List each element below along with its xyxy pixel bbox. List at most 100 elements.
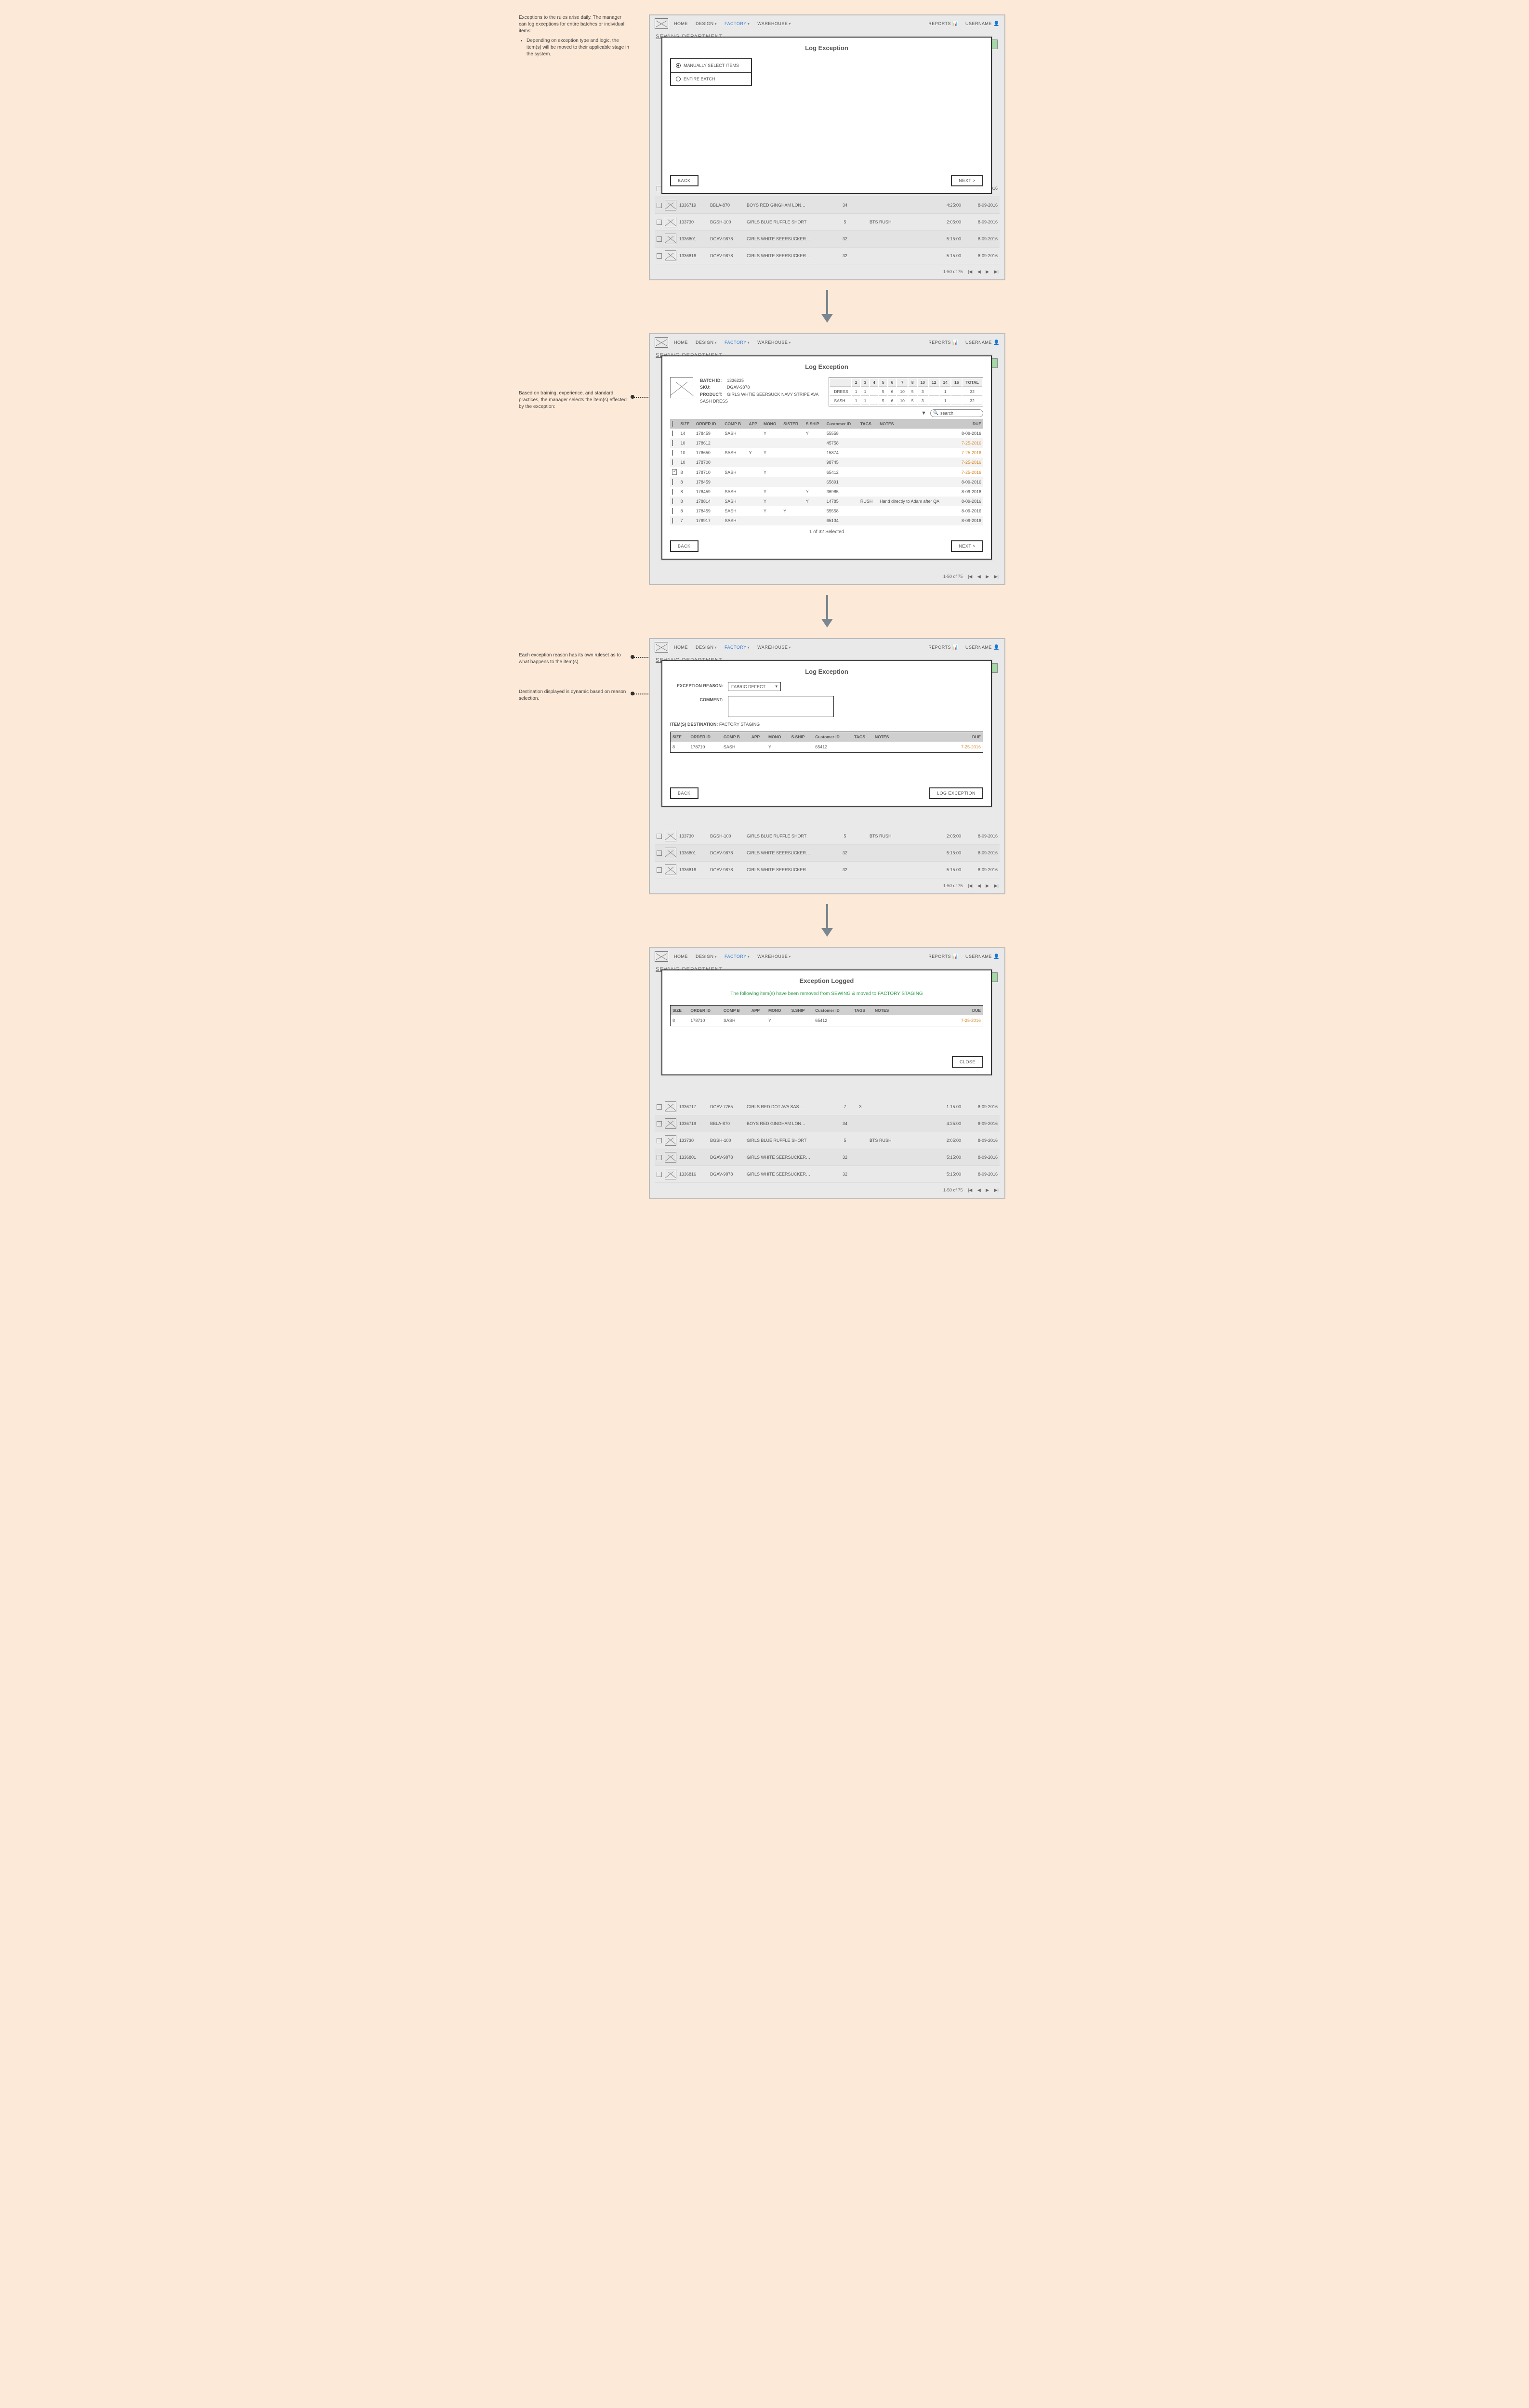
filter-icon[interactable]: ▼ — [921, 410, 926, 416]
nav-reports[interactable]: REPORTS — [928, 954, 959, 959]
nav-design[interactable]: DESIGN▾ — [696, 21, 717, 26]
row-checkbox[interactable] — [657, 1138, 662, 1143]
item-checkbox[interactable] — [672, 498, 673, 504]
row-checkbox[interactable] — [657, 834, 662, 839]
pager-prev[interactable]: ◀ — [977, 574, 981, 579]
item-checkbox[interactable] — [672, 508, 673, 514]
nav-user[interactable]: username — [965, 954, 1000, 959]
nav-home[interactable]: HOME — [674, 340, 688, 345]
table-row[interactable]: 1336816DGAV-9878GIRLS WHITE SEERSUCKER…3… — [655, 862, 1000, 878]
nav-warehouse[interactable]: WAREHOUSE▾ — [757, 21, 791, 26]
table-row[interactable]: 1336816DGAV-9878GIRLS WHITE SEERSUCKER…3… — [655, 248, 1000, 264]
pager-prev[interactable]: ◀ — [977, 1188, 981, 1192]
row-checkbox[interactable] — [657, 1121, 662, 1126]
nav-user[interactable]: username — [965, 340, 1000, 345]
col-sister[interactable]: SISTER — [781, 419, 804, 429]
table-row[interactable]: 1336719BBLA-870BOYS RED GINGHAM LON…344:… — [655, 1115, 1000, 1132]
table-row[interactable]: 10178650SASHYY158747-25-2016 — [670, 448, 983, 458]
nav-warehouse[interactable]: WAREHOUSE▾ — [757, 645, 791, 650]
item-checkbox[interactable] — [672, 479, 673, 485]
item-checkbox[interactable] — [672, 489, 673, 495]
col-sship[interactable]: S.SHIP — [804, 419, 825, 429]
back-button[interactable]: BACK — [670, 540, 699, 552]
pager-last[interactable]: ▶| — [994, 883, 999, 888]
search-input[interactable]: search — [930, 409, 983, 417]
row-checkbox[interactable] — [657, 1172, 662, 1177]
item-checkbox[interactable] — [672, 459, 673, 465]
pager-last[interactable]: ▶| — [994, 269, 999, 274]
pager-next[interactable]: ▶ — [986, 883, 989, 888]
exception-reason-select[interactable]: FABRIC DEFECT ▾ — [728, 682, 781, 691]
opt-manual[interactable]: MANUALLY SELECT ITEMS — [671, 59, 751, 72]
col-size[interactable]: SIZE — [679, 419, 694, 429]
table-row[interactable]: 1336801DGAV-9878GIRLS WHITE SEERSUCKER…3… — [655, 1149, 1000, 1166]
nav-warehouse[interactable]: WAREHOUSE▾ — [757, 340, 791, 345]
table-row[interactable]: 1336719BBLA-870BOYS RED GINGHAM LON…344:… — [655, 197, 1000, 214]
row-checkbox[interactable] — [657, 220, 662, 225]
table-row[interactable]: 14178459SASHYY555588-09-2016 — [670, 429, 983, 438]
nav-design[interactable]: DESIGN▾ — [696, 340, 717, 345]
pager-first[interactable]: |◀ — [968, 269, 972, 274]
col-notes[interactable]: NOTES — [878, 419, 955, 429]
pager-next[interactable]: ▶ — [986, 1188, 989, 1192]
table-row[interactable]: 1336816DGAV-9878GIRLS WHITE SEERSUCKER…3… — [655, 1166, 1000, 1183]
col-select-all[interactable] — [670, 419, 679, 429]
log-exception-button[interactable]: LOG EXCEPTION — [929, 787, 983, 799]
nav-factory[interactable]: FACTORY▾ — [725, 21, 750, 26]
item-checkbox[interactable] — [672, 469, 677, 475]
row-checkbox[interactable] — [657, 203, 662, 208]
back-button[interactable]: BACK — [670, 787, 699, 799]
row-checkbox[interactable] — [657, 1104, 662, 1110]
item-checkbox[interactable] — [672, 440, 673, 446]
pager-first[interactable]: |◀ — [968, 574, 972, 579]
nav-home[interactable]: HOME — [674, 645, 688, 650]
nav-warehouse[interactable]: WAREHOUSE▾ — [757, 954, 791, 959]
back-button[interactable]: BACK — [670, 175, 699, 186]
table-row[interactable]: 8178459SASHYY369858-09-2016 — [670, 487, 983, 497]
col-order[interactable]: ORDER ID — [694, 419, 723, 429]
nav-user[interactable]: username — [965, 21, 1000, 26]
pager-next[interactable]: ▶ — [986, 574, 989, 579]
item-checkbox[interactable] — [672, 431, 673, 436]
col-app[interactable]: APP — [747, 419, 762, 429]
row-checkbox[interactable] — [657, 851, 662, 856]
row-checkbox[interactable] — [657, 1155, 662, 1160]
table-row[interactable]: 10178700987457-25-2016 — [670, 458, 983, 467]
nav-factory[interactable]: FACTORY▾ — [725, 645, 750, 650]
pager-next[interactable]: ▶ — [986, 269, 989, 274]
table-row[interactable]: 8178459SASHYY555588-09-2016 — [670, 506, 983, 516]
opt-entire-batch[interactable]: ENTIRE BATCH — [671, 72, 751, 85]
table-row[interactable]: 7178917SASH651348-09-2016 — [670, 516, 983, 525]
row-checkbox[interactable] — [657, 867, 662, 873]
pager-last[interactable]: ▶| — [994, 1188, 999, 1192]
next-button[interactable]: NEXT > — [951, 540, 983, 552]
nav-reports[interactable]: REPORTS — [928, 645, 959, 650]
nav-user[interactable]: username — [965, 645, 1000, 650]
nav-design[interactable]: DESIGN▾ — [696, 645, 717, 650]
pager-first[interactable]: |◀ — [968, 883, 972, 888]
pager-prev[interactable]: ◀ — [977, 269, 981, 274]
nav-factory[interactable]: FACTORY▾ — [725, 340, 750, 345]
col-cust[interactable]: Customer ID — [825, 419, 858, 429]
table-row[interactable]: 1336801DGAV-9878GIRLS WHITE SEERSUCKER…3… — [655, 231, 1000, 248]
table-row[interactable]: 1336801DGAV-9878GIRLS WHITE SEERSUCKER…3… — [655, 845, 1000, 862]
col-due[interactable]: DUE — [955, 419, 983, 429]
pager-last[interactable]: ▶| — [994, 574, 999, 579]
table-row[interactable]: 8178814SASHYY14785RUSHHand directly to A… — [670, 497, 983, 506]
table-row[interactable]: 1336717DGAV-7765GIRLS RED DOT AVA SAS…73… — [655, 1099, 1000, 1115]
row-checkbox[interactable] — [657, 236, 662, 242]
table-row[interactable]: 133730BGSH-100GIRLS BLUE RUFFLE SHORT5BT… — [655, 1132, 1000, 1149]
pager-prev[interactable]: ◀ — [977, 883, 981, 888]
nav-reports[interactable]: REPORTS — [928, 21, 959, 26]
col-mono[interactable]: MONO — [762, 419, 781, 429]
col-tags[interactable]: TAGS — [858, 419, 878, 429]
table-row[interactable]: 8178710SASHY654127-25-2016 — [670, 467, 983, 477]
comment-textarea[interactable] — [728, 696, 834, 717]
table-row[interactable]: 133730BGSH-100GIRLS BLUE RUFFLE SHORT5BT… — [655, 214, 1000, 231]
row-checkbox[interactable] — [657, 253, 662, 259]
table-row[interactable]: 10178612457587-25-2016 — [670, 438, 983, 448]
item-checkbox[interactable] — [672, 518, 673, 523]
close-button[interactable]: CLOSE — [952, 1056, 983, 1068]
nav-home[interactable]: HOME — [674, 21, 688, 26]
pager-first[interactable]: |◀ — [968, 1188, 972, 1192]
